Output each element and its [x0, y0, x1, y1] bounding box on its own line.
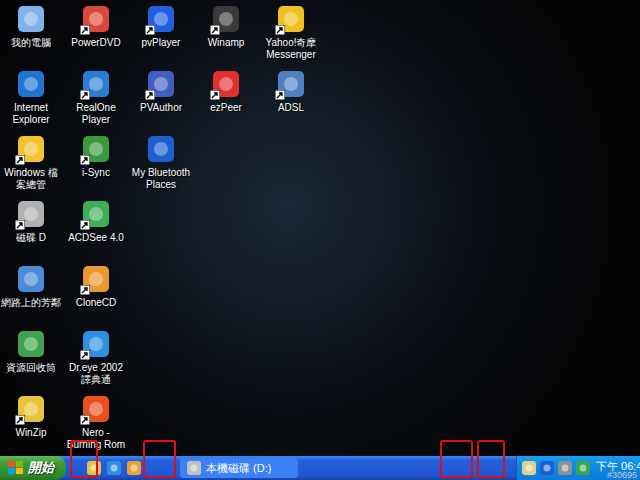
icon-column: Yahoo!奇摩 Messenger ADSL: [260, 1, 322, 456]
shortcut-arrow-icon: [80, 415, 90, 425]
network-icon[interactable]: [521, 460, 537, 476]
bluetooth-icon[interactable]: [539, 460, 555, 476]
desktop: 我的電腦 Internet Explorer Windows 檔案總管磁碟 D 網路上…: [0, 0, 640, 456]
start-button[interactable]: 開始: [0, 456, 66, 480]
app-icon: [145, 133, 177, 165]
desktop-icon[interactable]: Dr.eye 2002 譯典通: [65, 326, 127, 391]
screen: 我的電腦 Internet Explorer Windows 檔案總管磁碟 D 網路上…: [0, 0, 640, 480]
show-desktop-icon[interactable]: [86, 460, 102, 476]
desktop-icon[interactable]: RealOne Player: [65, 66, 127, 131]
shortcut-arrow-icon: [80, 90, 90, 100]
desktop-icon[interactable]: Internet Explorer: [0, 66, 62, 131]
icon-label: My Bluetooth Places: [130, 167, 192, 191]
shortcut-arrow-icon: [210, 25, 220, 35]
annotation-box: [143, 440, 176, 478]
desktop-icon[interactable]: ADSL: [260, 66, 322, 131]
desktop-icon[interactable]: 網路上的芳鄰: [0, 261, 62, 326]
icon-label: Yahoo!奇摩 Messenger: [260, 37, 322, 61]
icon-label: Winamp: [195, 37, 257, 49]
desktop-icon[interactable]: ezPeer: [195, 66, 257, 131]
shortcut-arrow-icon: [80, 285, 90, 295]
icon-label: PVAuthor: [130, 102, 192, 114]
desktop-icon[interactable]: 我的電腦: [0, 1, 62, 66]
desktop-icon[interactable]: Yahoo!奇摩 Messenger: [260, 1, 322, 66]
app-icon: [15, 3, 47, 35]
app-icon: [15, 263, 47, 295]
desktop-icon[interactable]: 磁碟 D: [0, 196, 62, 261]
icon-label: Nero - Burning Rom: [65, 427, 127, 451]
quick-launch: [66, 460, 176, 476]
shortcut-arrow-icon: [210, 90, 220, 100]
app-tray-icon[interactable]: [575, 460, 591, 476]
shortcut-arrow-icon: [80, 220, 90, 230]
desktop-icon[interactable]: PVAuthor: [130, 66, 192, 131]
icon-column: PowerDVD RealOne Player i-Sync ACDSee 4.0 Cl…: [65, 1, 127, 456]
icon-label: Dr.eye 2002 譯典通: [65, 362, 127, 386]
icon-label: 網路上的芳鄰: [0, 297, 62, 309]
annotation-box: [440, 440, 473, 478]
icon-column: pvPlayer PVAuthor My Bluetooth Places: [130, 1, 192, 456]
desktop-icon[interactable]: WinZip: [0, 391, 62, 456]
desktop-icon[interactable]: Winamp: [195, 1, 257, 66]
desktop-icon[interactable]: pvPlayer: [130, 1, 192, 66]
icon-label: ADSL: [260, 102, 322, 114]
icon-label: i-Sync: [65, 167, 127, 179]
icon-label: RealOne Player: [65, 102, 127, 126]
desktop-icon[interactable]: Nero - Burning Rom: [65, 391, 127, 456]
volume-icon[interactable]: [557, 460, 573, 476]
desktop-icon[interactable]: i-Sync: [65, 131, 127, 196]
shortcut-arrow-icon: [80, 25, 90, 35]
desktop-icon[interactable]: 資源回收筒: [0, 326, 62, 391]
icon-label: Windows 檔案總管: [0, 167, 62, 191]
icon-label: ACDSee 4.0: [65, 232, 127, 244]
icon-label: WinZip: [0, 427, 62, 439]
icon-label: pvPlayer: [130, 37, 192, 49]
desktop-icon[interactable]: PowerDVD: [65, 1, 127, 66]
watermark: #30695: [607, 470, 637, 480]
shortcut-arrow-icon: [145, 25, 155, 35]
app-icon: [15, 328, 47, 360]
icon-label: ezPeer: [195, 102, 257, 114]
internet-explorer-icon[interactable]: [106, 460, 122, 476]
window-button-label: 本機磁碟 (D:): [206, 460, 271, 477]
shortcut-arrow-icon: [15, 220, 25, 230]
annotation-box: [477, 440, 505, 478]
annotation-box: [70, 440, 98, 478]
shortcut-arrow-icon: [15, 155, 25, 165]
taskbar-window-button[interactable]: 本機磁碟 (D:): [180, 458, 298, 478]
desktop-icon[interactable]: My Bluetooth Places: [130, 131, 192, 196]
app-icon: [15, 68, 47, 100]
shortcut-arrow-icon: [275, 25, 285, 35]
icon-label: 磁碟 D: [0, 232, 62, 244]
windows-flag-icon: [8, 461, 24, 475]
icon-column: 我的電腦 Internet Explorer Windows 檔案總管磁碟 D 網路上…: [0, 1, 62, 456]
icon-label: 資源回收筒: [0, 362, 62, 374]
drive-icon[interactable]: [186, 460, 202, 476]
shortcut-arrow-icon: [15, 415, 25, 425]
shortcut-arrow-icon: [80, 155, 90, 165]
shortcut-arrow-icon: [145, 90, 155, 100]
desktop-icon[interactable]: Windows 檔案總管: [0, 131, 62, 196]
desktop-icon[interactable]: ACDSee 4.0: [65, 196, 127, 261]
icon-label: 我的電腦: [0, 37, 62, 49]
media-icon[interactable]: [126, 460, 142, 476]
shortcut-arrow-icon: [80, 350, 90, 360]
shortcut-arrow-icon: [275, 90, 285, 100]
start-label: 開始: [28, 458, 54, 478]
icon-label: PowerDVD: [65, 37, 127, 49]
icon-column: Winamp ezPeer: [195, 1, 257, 456]
icon-label: CloneCD: [65, 297, 127, 309]
desktop-icon[interactable]: CloneCD: [65, 261, 127, 326]
icon-label: Internet Explorer: [0, 102, 62, 126]
